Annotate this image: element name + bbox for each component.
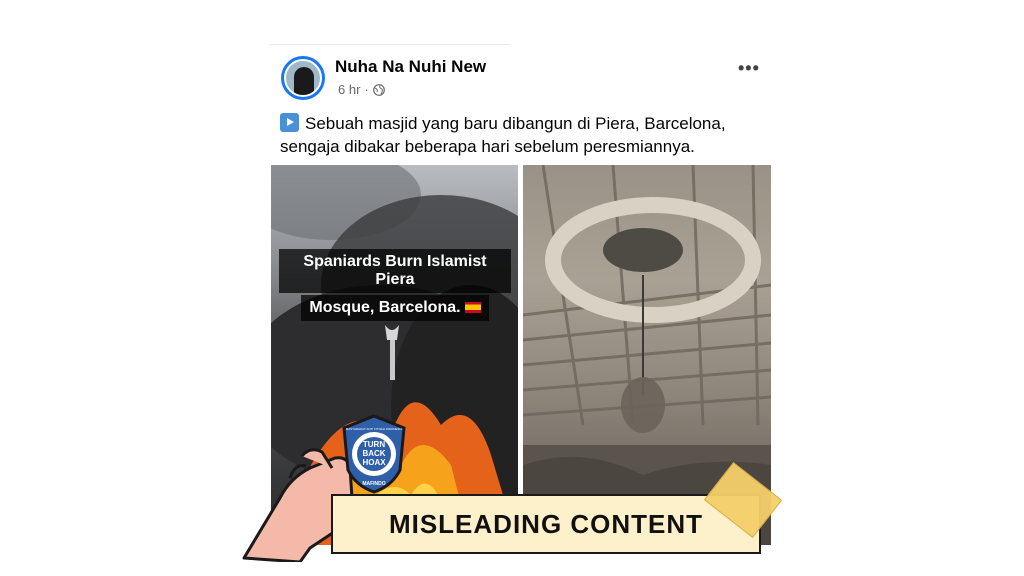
post-time[interactable]: 6 hr [338,82,360,97]
misleading-content-label: MISLEADING CONTENT [331,494,761,554]
play-button-icon [280,113,299,132]
caption-line-1: Sebuah masjid yang baru dibangun di Pier… [305,114,726,133]
label-text: MISLEADING CONTENT [388,508,704,539]
badge-line-3: HOAX [362,458,386,467]
author-name[interactable]: Nuha Na Nuhi New [335,57,486,77]
more-options-icon[interactable]: ••• [738,58,760,79]
spain-flag-icon [464,302,481,313]
badge-ring-top: MASYARAKAT ANTI FITNAH INDONESIA [346,427,403,431]
badge-ring-bottom: MAFINDO [362,481,385,487]
badge-line-2: BACK [362,449,385,458]
overlay-line-2: Mosque, Barcelona. [301,295,489,321]
overlay-line-1: Spaniards Burn Islamist Piera [279,249,511,293]
caption-line-2: sengaja dibakar beberapa hari sebelum pe… [280,137,695,156]
avatar-figure [294,67,314,95]
avatar[interactable] [281,56,325,100]
turnbackhoax-badge: TURN BACK HOAX MAFINDO MASYARAKAT ANTI F… [342,414,406,494]
video-overlay-caption: Spaniards Burn Islamist Piera Mosque, Ba… [279,248,511,322]
overlay-line-2-text: Mosque, Barcelona. [309,299,461,316]
avatar-image [284,59,322,97]
post-caption: Sebuah masjid yang baru dibangun di Pier… [280,112,770,158]
divider [270,44,510,45]
meta-separator: · [364,82,369,97]
globe-icon[interactable] [372,83,385,96]
post-meta: 6 hr · [338,82,385,97]
badge-line-1: TURN [363,440,385,449]
